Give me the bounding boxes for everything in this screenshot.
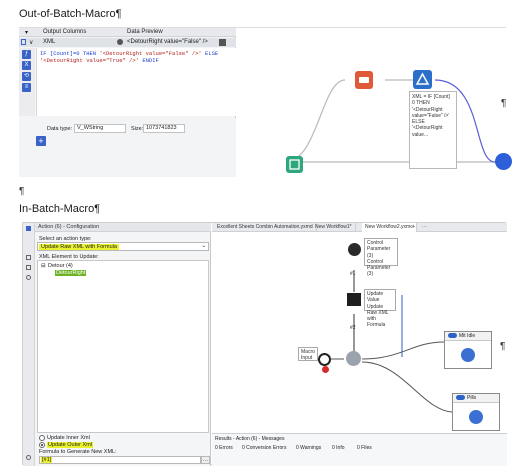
tool-container-false[interactable]: Pills — [452, 393, 500, 431]
macro-output-tool[interactable] — [495, 153, 512, 170]
formula-annotation: XML = IF [Count] 0 THEN '<DetourRight va… — [409, 91, 457, 169]
history-icon[interactable]: ⟲ — [22, 72, 31, 81]
columns-icon[interactable]: X — [22, 61, 31, 70]
action-tool[interactable] — [347, 293, 361, 306]
pilcrow-mark: ¶ — [501, 98, 507, 109]
select-records-tool[interactable] — [355, 71, 373, 89]
update-outer-label: Update Outer Xml — [47, 442, 94, 448]
help-icon[interactable] — [26, 455, 31, 460]
row-checkbox-icon[interactable] — [21, 39, 26, 45]
workflow-canvas-1: XML = IF [Count] 0 THEN '<DetourRight va… — [237, 28, 512, 177]
action-annotation: Update Value Update Raw XML with Formula — [364, 289, 396, 328]
tab-new-workflow1[interactable]: New Workflow1* — [312, 223, 356, 232]
results-file-count[interactable]: 0 Files — [357, 445, 372, 451]
saved-expressions-icon[interactable]: ≡ — [22, 83, 31, 92]
annotation-icon[interactable] — [26, 255, 31, 260]
input-data-tool[interactable] — [286, 156, 303, 173]
action-type-select[interactable]: Update Raw XML with Formula ⌄ — [37, 242, 209, 251]
tree-expand-icon[interactable]: ⊟ — [41, 263, 46, 269]
add-column-button[interactable]: + — [36, 136, 46, 146]
tree-child-selected[interactable]: DetourRight — [55, 270, 87, 276]
control-parameter-annotation: Control Parameter (3) Control Parameter … — [364, 238, 398, 277]
detour-tool[interactable] — [346, 351, 361, 366]
clear-icon[interactable] — [117, 39, 123, 45]
data-type-select[interactable]: V_WString — [74, 124, 126, 133]
heading-in-batch-macro: In-Batch-Macro¶ — [19, 203, 101, 215]
metadata-icon[interactable] — [26, 265, 31, 270]
config-icon[interactable] — [26, 226, 31, 231]
browse-tool[interactable] — [469, 410, 483, 424]
formula-input[interactable]: [#1] — [39, 456, 201, 464]
tab-new-workflow2[interactable]: New Workflow2.yxmc — [362, 223, 417, 232]
toggle-icon[interactable] — [456, 395, 465, 401]
results-title: Results - Action (6) - Messages — [215, 436, 285, 442]
macro-input-annotation: Macro Input — [298, 347, 318, 361]
screenshot-out-of-batch: ▾ Output Columns Data Preview ∨ XML <Det… — [19, 27, 512, 177]
formula-options: Data type: V_WString Size: 1073741823 + — [19, 118, 236, 177]
history-icon[interactable] — [26, 275, 31, 280]
results-panel: Results - Action (6) - Messages 0 Errors… — [212, 433, 507, 466]
formula-tool[interactable] — [413, 70, 432, 89]
tab-sheets-combin[interactable]: Excellent Sheets Combin Automation.yxmd — [214, 223, 317, 232]
column-name: XML — [43, 39, 56, 45]
formula-config-panel: ▾ Output Columns Data Preview ∨ XML <Det… — [19, 28, 236, 177]
data-type-label: Data type: — [47, 126, 73, 132]
formula-label: Formula to Generate New XML: — [39, 449, 117, 455]
tool-container-true[interactable]: Mit Idle — [444, 331, 492, 369]
header-data-preview: Data Preview — [127, 29, 163, 35]
formula-ellipsis-button[interactable]: … — [201, 456, 210, 464]
connection-lines — [286, 79, 496, 163]
results-info-count[interactable]: 0 Info — [332, 445, 345, 451]
header-output-columns: Output Columns — [43, 29, 87, 35]
panel-title: Action (6) - Configuration — [38, 224, 100, 230]
size-input[interactable]: 1073741823 — [143, 124, 185, 133]
columns-header: ▾ Output Columns Data Preview — [19, 28, 236, 37]
xml-element-tree[interactable]: ⊟ Detour (4) DetourRight — [37, 260, 209, 433]
heading-out-of-batch-macro: Out-of-Batch-Macro¶ — [19, 8, 122, 20]
action-config-panel: Action (6) - Configuration Select an act… — [23, 223, 211, 466]
workflow-tabs: Excellent Sheets Combin Automation.yxmd … — [212, 223, 507, 232]
output-column-row[interactable]: ∨ XML <DetourRight value="False" /> — [19, 38, 236, 47]
formula-editor[interactable]: IF [Count]=0 THEN '<DetourRight value="F… — [36, 48, 236, 116]
tree-root[interactable]: Detour (4) — [48, 263, 73, 269]
results-error-count[interactable]: 0 Errors — [215, 445, 233, 451]
container-header: Pills — [453, 394, 499, 403]
results-conv-error-count[interactable]: 0 Conversion Errors — [242, 445, 286, 451]
update-inner-label: Update Inner Xml — [47, 435, 90, 441]
column-preview: <DetourRight value="False" /> — [127, 39, 208, 45]
panel-titlebar: Action (6) - Configuration — [35, 223, 211, 232]
delete-icon[interactable] — [219, 39, 226, 46]
chevron-down-icon[interactable]: ∨ — [29, 39, 33, 46]
add-tab-icon[interactable]: + — [412, 223, 415, 232]
macro-input-tool[interactable] — [318, 353, 331, 366]
config-icon-strip — [23, 223, 35, 466]
size-label: Size: — [131, 126, 144, 132]
update-outer-radio[interactable] — [39, 442, 45, 448]
control-parameter-tool[interactable] — [348, 243, 361, 256]
expand-icon[interactable]: ▾ — [25, 29, 28, 36]
editor-toolbar: ƒ X ⟲ ≡ — [19, 48, 35, 116]
container-header: Mit Idle — [445, 332, 491, 341]
functions-icon[interactable]: ƒ — [22, 50, 31, 59]
chevron-down-icon[interactable]: ⌄ — [201, 243, 206, 249]
error-indicator-icon — [322, 366, 329, 373]
connection-label: #2 — [350, 325, 356, 331]
screenshot-in-batch: Action (6) - Configuration Select an act… — [22, 222, 507, 466]
tab-menu-icon[interactable]: ⋯ — [422, 223, 427, 232]
results-warning-count[interactable]: 0 Warnings — [296, 445, 321, 451]
pilcrow-mark: ¶ — [19, 186, 25, 197]
browse-tool[interactable] — [461, 348, 475, 362]
connection-label: #1 — [350, 271, 356, 277]
update-inner-radio[interactable] — [39, 435, 45, 441]
toggle-icon[interactable] — [448, 333, 457, 339]
formula-line-1: IF [Count]=0 THEN '<DetourRight value="F… — [40, 50, 219, 57]
workflow-area: Excellent Sheets Combin Automation.yxmd … — [212, 223, 507, 466]
pilcrow-mark: ¶ — [500, 341, 506, 352]
formula-line-2: '<DetourRight value="True" />' ENDIF — [40, 57, 159, 64]
